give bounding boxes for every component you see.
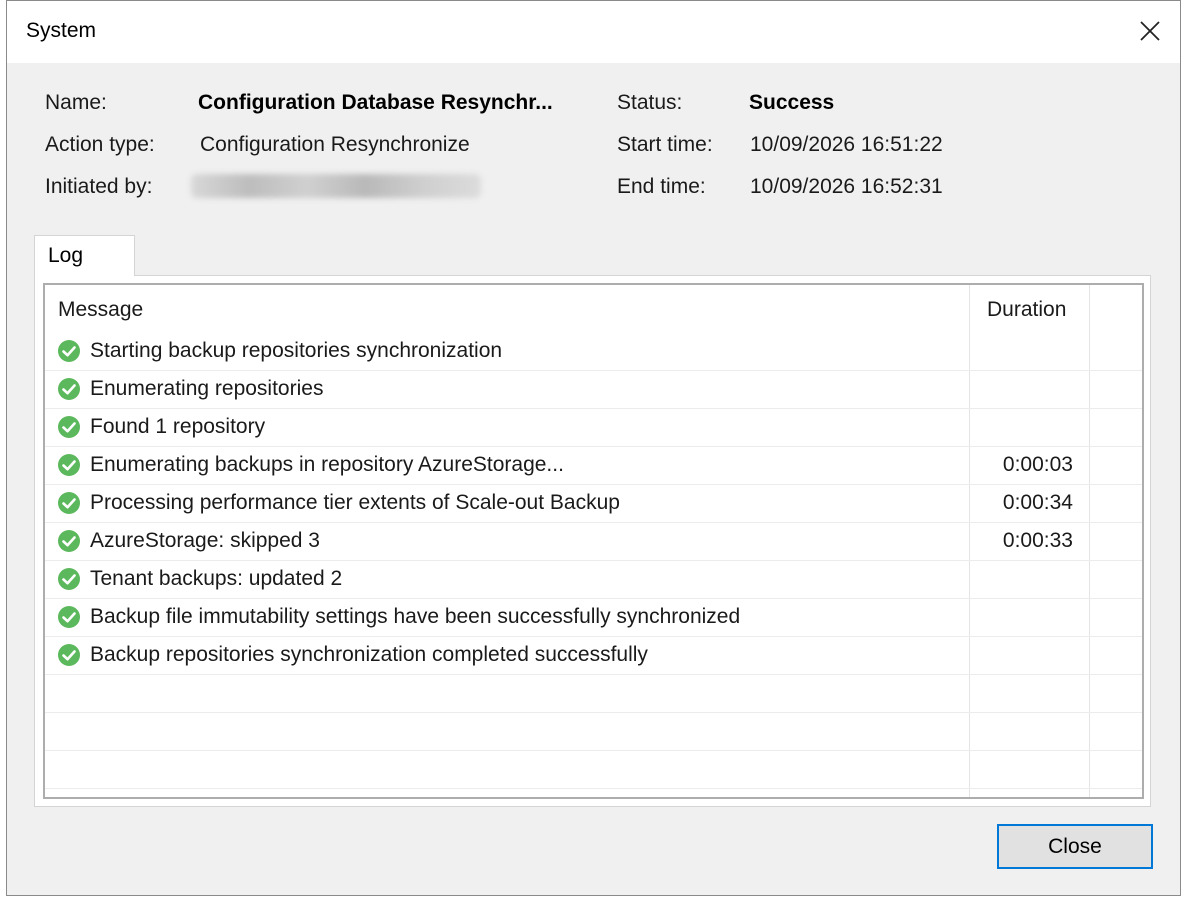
window-title: System bbox=[26, 19, 97, 42]
log-message: Processing performance tier extents of S… bbox=[90, 491, 620, 514]
log-duration: 0:00:33 bbox=[1002, 529, 1073, 552]
log-row[interactable]: Enumerating backups in repository AzureS… bbox=[45, 447, 1142, 485]
log-tab-panel: Message Duration Starting backup reposit… bbox=[34, 275, 1151, 807]
close-icon bbox=[1140, 21, 1160, 41]
log-message: Backup repositories synchronization comp… bbox=[90, 643, 648, 666]
column-header-message[interactable]: Message bbox=[58, 298, 143, 322]
status-label: Status: bbox=[617, 91, 683, 114]
title-bar: System bbox=[7, 1, 1180, 63]
log-message: Tenant backups: updated 2 bbox=[90, 567, 343, 590]
start-time-value: 10/09/2026 16:51:22 bbox=[750, 133, 943, 156]
window-close-button[interactable] bbox=[1132, 13, 1168, 49]
initiated-by-label: Initiated by: bbox=[45, 175, 153, 198]
log-grid-header: Message Duration bbox=[45, 285, 1142, 333]
success-check-icon bbox=[58, 530, 80, 552]
success-check-icon bbox=[58, 378, 80, 400]
system-dialog: System Name: Configuration Database Resy… bbox=[6, 0, 1181, 896]
name-value: Configuration Database Resynchr... bbox=[198, 91, 553, 114]
success-check-icon bbox=[58, 644, 80, 666]
tab-log-label: Log bbox=[48, 244, 84, 267]
log-row[interactable]: Backup repositories synchronization comp… bbox=[45, 637, 1142, 675]
log-duration: 0:00:34 bbox=[1002, 491, 1073, 514]
success-check-icon bbox=[58, 568, 80, 590]
log-grid[interactable]: Message Duration Starting backup reposit… bbox=[43, 283, 1144, 799]
log-message: AzureStorage: skipped 3 bbox=[90, 529, 320, 552]
log-message: Found 1 repository bbox=[90, 415, 266, 438]
column-header-duration[interactable]: Duration bbox=[987, 298, 1066, 322]
log-row[interactable]: Tenant backups: updated 2 bbox=[45, 561, 1142, 599]
log-row[interactable]: Starting backup repositories synchroniza… bbox=[45, 333, 1142, 371]
end-time-label: End time: bbox=[617, 175, 706, 198]
log-row[interactable]: AzureStorage: skipped 3 0:00:33 bbox=[45, 523, 1142, 561]
log-row[interactable]: Processing performance tier extents of S… bbox=[45, 485, 1142, 523]
log-duration: 0:00:03 bbox=[1002, 453, 1073, 476]
success-check-icon bbox=[58, 492, 80, 514]
log-message: Enumerating backups in repository AzureS… bbox=[90, 453, 564, 476]
log-rows: Starting backup repositories synchroniza… bbox=[45, 333, 1142, 789]
tab-log[interactable]: Log bbox=[34, 235, 135, 276]
action-type-label: Action type: bbox=[45, 133, 155, 156]
log-row[interactable]: Enumerating repositories bbox=[45, 371, 1142, 409]
empty-log-row bbox=[45, 675, 1142, 713]
log-row[interactable]: Backup file immutability settings have b… bbox=[45, 599, 1142, 637]
success-check-icon bbox=[58, 606, 80, 628]
initiated-by-value-redacted bbox=[191, 174, 481, 198]
log-message: Starting backup repositories synchroniza… bbox=[90, 339, 503, 362]
end-time-value: 10/09/2026 16:52:31 bbox=[750, 175, 943, 198]
log-message: Backup file immutability settings have b… bbox=[90, 605, 741, 628]
log-row[interactable]: Found 1 repository bbox=[45, 409, 1142, 447]
success-check-icon bbox=[58, 416, 80, 438]
start-time-label: Start time: bbox=[617, 133, 713, 156]
close-button[interactable]: Close bbox=[997, 824, 1153, 869]
status-value: Success bbox=[749, 91, 835, 114]
log-message: Enumerating repositories bbox=[90, 377, 324, 400]
empty-log-row bbox=[45, 751, 1142, 789]
action-type-value: Configuration Resynchronize bbox=[200, 133, 470, 156]
name-label: Name: bbox=[45, 91, 107, 114]
success-check-icon bbox=[58, 340, 80, 362]
empty-log-row bbox=[45, 713, 1142, 751]
success-check-icon bbox=[58, 454, 80, 476]
